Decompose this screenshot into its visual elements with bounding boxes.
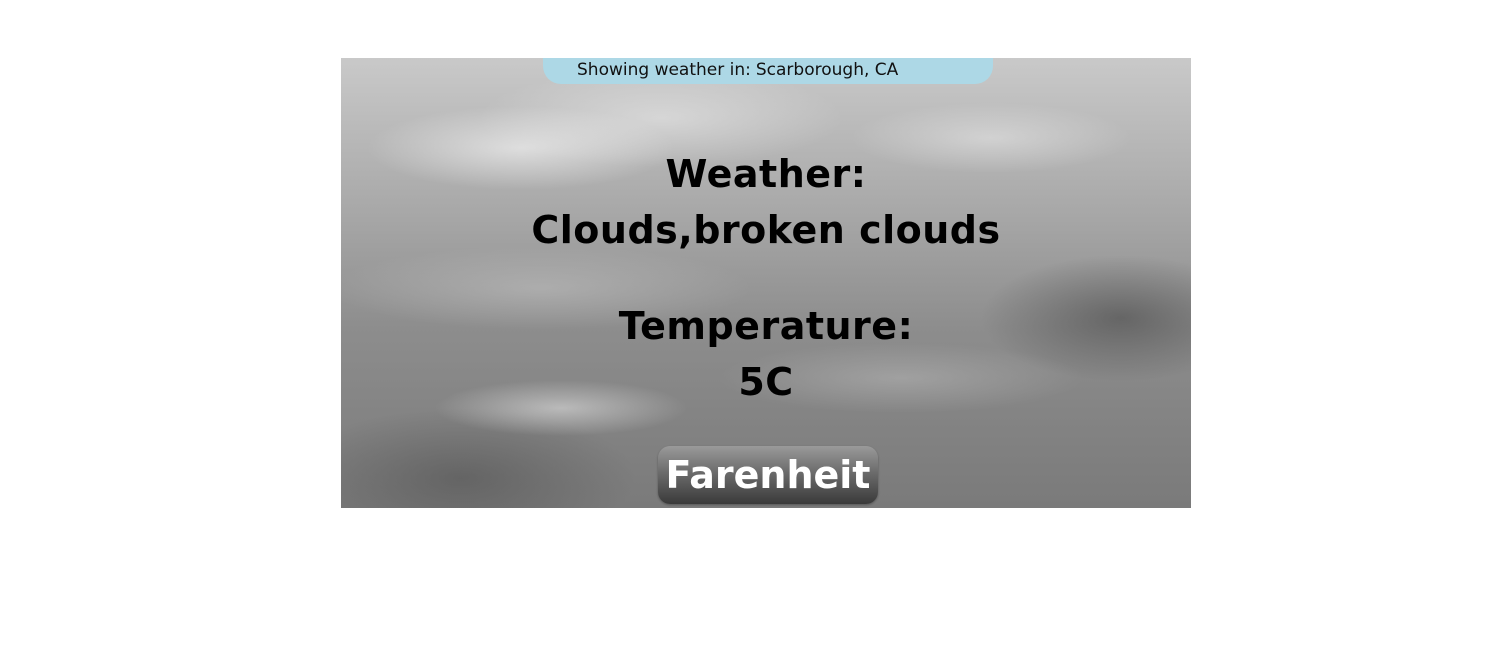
weather-card: Showing weather in: Scarborough, CA Weath… [341,58,1191,508]
location-label: Showing weather in: [577,60,751,80]
location-value: Scarborough, CA [755,60,899,80]
temperature-heading: Temperature: [618,304,914,348]
fahrenheit-toggle-button[interactable]: Farenheit [658,446,878,504]
weather-section: Weather: Clouds,broken clouds [341,146,1191,258]
temperature-value: 5C [738,360,794,404]
location-banner: Showing weather in: Scarborough, CA [543,58,993,84]
weather-heading: Weather: [665,152,867,196]
temperature-section: Temperature: 5C [341,298,1191,410]
weather-description: Clouds,broken clouds [531,208,1001,252]
